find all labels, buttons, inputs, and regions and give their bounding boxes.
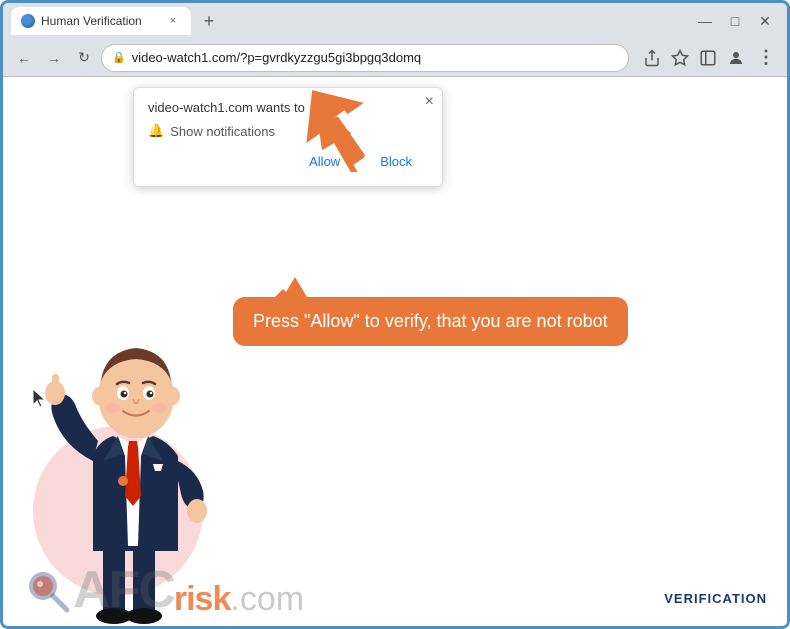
close-button[interactable]: ✕ <box>751 9 779 33</box>
tab-favicon <box>21 14 35 28</box>
minimize-button[interactable]: — <box>691 9 719 33</box>
share-button[interactable] <box>639 45 665 71</box>
page-content: × video-watch1.com wants to 🔔 Show notif… <box>3 77 787 626</box>
new-tab-button[interactable]: + <box>195 7 223 35</box>
watermark-com: .com <box>230 582 304 616</box>
sidebar-button[interactable] <box>695 45 721 71</box>
maximize-button[interactable]: □ <box>721 9 749 33</box>
address-bar[interactable]: 🔒 video-watch1.com/?p=gvrdkyzzgu5gi3bpgq… <box>101 44 629 72</box>
bookmark-button[interactable] <box>667 45 693 71</box>
watermark-icon <box>23 566 73 616</box>
verification-badge: VERIFICATION <box>664 591 767 606</box>
notification-popup: × video-watch1.com wants to 🔔 Show notif… <box>133 87 443 187</box>
browser-window: Human Verification × + — □ ✕ ← → ↻ 🔒 vid… <box>0 0 790 629</box>
title-bar-controls: — □ ✕ <box>691 9 779 33</box>
popup-notification-label: Show notifications <box>170 124 275 139</box>
url-text: video-watch1.com/?p=gvrdkyzzgu5gi3bpgq3d… <box>132 50 618 65</box>
active-tab[interactable]: Human Verification × <box>11 7 191 35</box>
title-bar: Human Verification × + — □ ✕ <box>3 3 787 39</box>
address-bar-row: ← → ↻ 🔒 video-watch1.com/?p=gvrdkyzzgu5g… <box>3 39 787 77</box>
account-button[interactable] <box>723 45 749 71</box>
address-actions <box>639 45 749 71</box>
bell-icon: 🔔 <box>148 123 164 139</box>
more-options-button[interactable]: ⋮ <box>753 45 779 71</box>
reload-button[interactable]: ↻ <box>71 45 97 71</box>
watermark-risk: risk <box>174 582 231 616</box>
tab-title: Human Verification <box>41 14 159 28</box>
cursor-arrow <box>293 77 383 182</box>
mouse-cursor <box>31 387 51 416</box>
lock-icon: 🔒 <box>112 51 126 64</box>
watermark-afc: AFC <box>73 564 174 616</box>
speech-text: Press "Allow" to verify, that you are no… <box>253 311 608 331</box>
speech-bubble: Press "Allow" to verify, that you are no… <box>233 297 628 346</box>
back-button[interactable]: ← <box>11 45 37 71</box>
watermark: AFC risk .com <box>23 564 304 616</box>
tab-close-button[interactable]: × <box>165 13 181 29</box>
tab-area: Human Verification × + <box>11 7 687 35</box>
popup-close-button[interactable]: × <box>425 94 434 110</box>
forward-button[interactable]: → <box>41 45 67 71</box>
